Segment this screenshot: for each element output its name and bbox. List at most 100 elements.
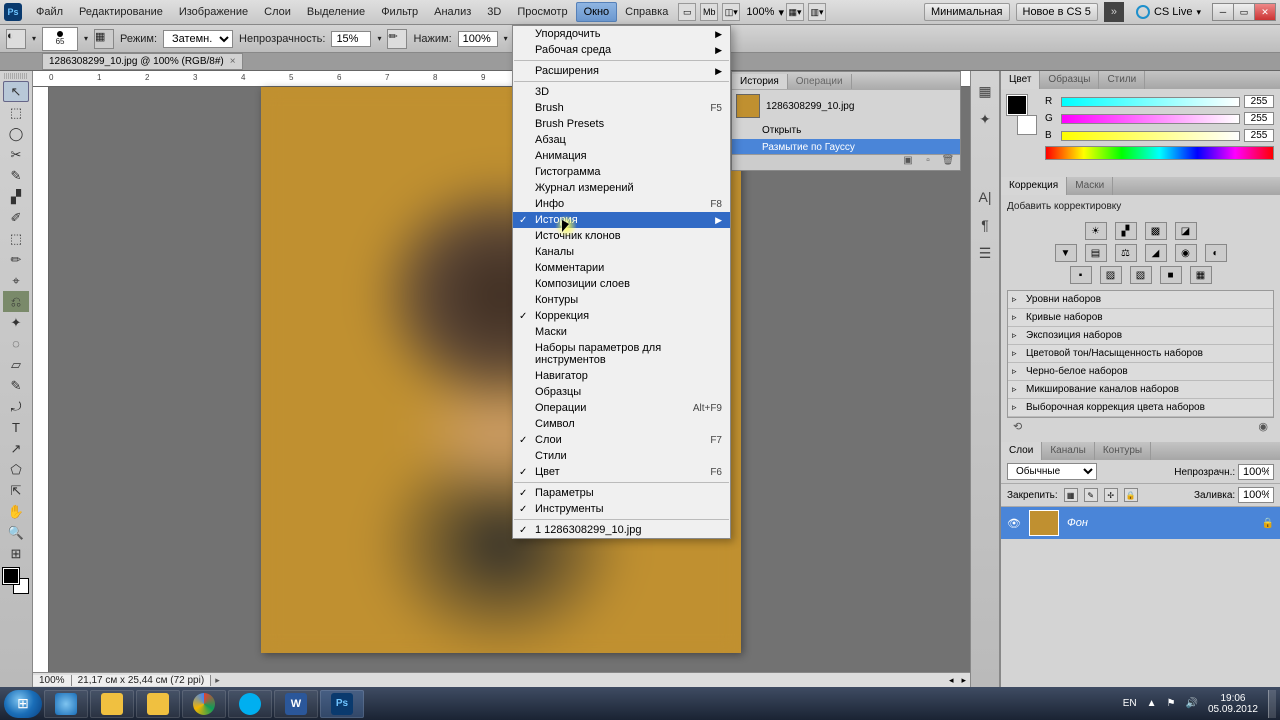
tab-adjustments[interactable]: Коррекция	[1001, 177, 1067, 195]
menu-item-инфо[interactable]: ИнфоF8	[513, 196, 730, 212]
tool-13[interactable]: ▱	[3, 354, 29, 375]
cs-live[interactable]: CS Live▾	[1130, 5, 1207, 19]
tray-flag-icon[interactable]: ▲	[1147, 698, 1157, 709]
whats-new-button[interactable]: Новое в CS 5	[1016, 3, 1098, 21]
info-icon[interactable]: ☰	[973, 240, 997, 266]
preset-item[interactable]: Микширование каналов наборов	[1008, 381, 1273, 399]
menu-item-3d[interactable]: 3D	[513, 84, 730, 100]
new-doc-icon[interactable]: ▫	[920, 155, 936, 170]
tab-masks[interactable]: Маски	[1067, 177, 1113, 195]
menu-item-источник-клонов[interactable]: Источник клонов	[513, 228, 730, 244]
tool-3[interactable]: ✂	[3, 144, 29, 165]
clock[interactable]: 19:0605.09.2012	[1208, 693, 1258, 715]
minimize-button[interactable]: ─	[1212, 3, 1234, 21]
adj-hue-icon[interactable]: ▤	[1085, 244, 1107, 262]
menu-фильтр[interactable]: Фильтр	[373, 2, 426, 22]
word-icon[interactable]: W	[274, 690, 318, 718]
menu-item-параметры[interactable]: ✓Параметры	[513, 485, 730, 501]
lock-image-icon[interactable]: ✎	[1084, 488, 1098, 502]
menu-просмотр[interactable]: Просмотр	[509, 2, 575, 22]
adj-mixer-icon[interactable]: ◐	[1205, 244, 1227, 262]
adj-gradient-icon[interactable]: ■	[1160, 266, 1182, 284]
maximize-button[interactable]: ▭	[1233, 3, 1255, 21]
menu-item-brush-presets[interactable]: Brush Presets	[513, 116, 730, 132]
adj-levels-icon[interactable]: ▞	[1115, 222, 1137, 240]
adj-curves-icon[interactable]: ▩	[1145, 222, 1167, 240]
arrange-icon[interactable]: ▦▾	[786, 3, 804, 21]
tool-15[interactable]: ⤾	[3, 396, 29, 417]
adj-balance-icon[interactable]: ⚖	[1115, 244, 1137, 262]
menu-item-композиции-слоев[interactable]: Композиции слоев	[513, 276, 730, 292]
b-slider[interactable]	[1061, 131, 1240, 141]
tool-10[interactable]: ⎌	[3, 291, 29, 312]
tab-paths[interactable]: Контуры	[1095, 442, 1151, 460]
menu-item-образцы[interactable]: Образцы	[513, 384, 730, 400]
adj-brightness-icon[interactable]: ☀	[1085, 222, 1107, 240]
snapshot-icon[interactable]: ▣	[900, 155, 916, 170]
tab-swatches[interactable]: Образцы	[1040, 71, 1099, 89]
tool-20[interactable]: ✋	[3, 501, 29, 522]
zoom-value[interactable]: 100%	[742, 6, 778, 18]
tool-6[interactable]: ✐	[3, 207, 29, 228]
swatches-icon[interactable]: ▦	[973, 78, 997, 104]
tablet-opacity-icon[interactable]: ✏	[387, 29, 407, 49]
navigator-icon[interactable]: ✦	[973, 106, 997, 132]
lock-transparency-icon[interactable]: ▦	[1064, 488, 1078, 502]
menu-item-каналы[interactable]: Каналы	[513, 244, 730, 260]
spectrum-bar[interactable]	[1045, 146, 1274, 160]
document-tab[interactable]: 1286308299_10.jpg @ 100% (RGB/8#) ×	[42, 53, 243, 70]
explorer-icon[interactable]	[90, 690, 134, 718]
start-button[interactable]: ⊞	[4, 690, 42, 718]
adj-vibrance-icon[interactable]: ▼	[1055, 244, 1077, 262]
brush-preset[interactable]: 65	[42, 27, 78, 51]
toolbox-handle[interactable]	[4, 73, 28, 79]
history-entry[interactable]: Открыть	[732, 122, 960, 139]
menu-справка[interactable]: Справка	[617, 2, 676, 22]
skype-icon[interactable]	[228, 690, 272, 718]
menu-item-журнал-измерений[interactable]: Журнал измерений	[513, 180, 730, 196]
tab-styles[interactable]: Стили	[1099, 71, 1145, 89]
menu-item-навигатор[interactable]: Навигатор	[513, 368, 730, 384]
screen-mode-icon[interactable]: ▭	[678, 3, 696, 21]
expand-arrows-icon[interactable]: »	[1104, 2, 1124, 22]
adj-threshold-icon[interactable]: ▧	[1130, 266, 1152, 284]
lock-position-icon[interactable]: ✢	[1104, 488, 1118, 502]
menu-item-стили[interactable]: Стили	[513, 448, 730, 464]
tool-18[interactable]: ⬠	[3, 459, 29, 480]
trash-icon[interactable]: 🗑	[940, 155, 956, 170]
menu-слои[interactable]: Слои	[256, 2, 299, 22]
tool-19[interactable]: ⇱	[3, 480, 29, 501]
tool-4[interactable]: ✎	[3, 165, 29, 186]
files-icon[interactable]	[136, 690, 180, 718]
tool-1[interactable]: ⬚	[3, 102, 29, 123]
adj-bw-icon[interactable]: ◢	[1145, 244, 1167, 262]
adj-poster-icon[interactable]: ▨	[1100, 266, 1122, 284]
adj-return-icon[interactable]: ⟲	[1013, 420, 1022, 434]
menu-изображение[interactable]: Изображение	[171, 2, 256, 22]
b-value[interactable]: 255	[1244, 129, 1274, 142]
brush-panel-icon[interactable]: ▦	[94, 29, 114, 49]
r-value[interactable]: 255	[1244, 95, 1274, 108]
menu-item-операции[interactable]: ОперацииAlt+F9	[513, 400, 730, 416]
paragraph-icon[interactable]: ¶	[973, 212, 997, 238]
blend-mode-select[interactable]: Затемн.	[163, 30, 233, 48]
menu-item-маски[interactable]: Маски	[513, 324, 730, 340]
view-icon[interactable]: ◫▾	[722, 3, 740, 21]
menu-item-абзац[interactable]: Абзац	[513, 132, 730, 148]
menu-item-гистограмма[interactable]: Гистограмма	[513, 164, 730, 180]
ie-icon[interactable]	[44, 690, 88, 718]
tray-sound-icon[interactable]: 🔊	[1185, 698, 1197, 709]
photoshop-task-icon[interactable]: Ps	[320, 690, 364, 718]
menu-item-цвет[interactable]: ✓ЦветF6	[513, 464, 730, 480]
tool-21[interactable]: 🔍	[3, 522, 29, 543]
tool-12[interactable]: ◌	[3, 333, 29, 354]
character-icon[interactable]: A|	[973, 184, 997, 210]
close-tab-icon[interactable]: ×	[230, 56, 236, 67]
tool-2[interactable]: ◯	[3, 123, 29, 144]
lock-all-icon[interactable]: 🔒	[1124, 488, 1138, 502]
adj-invert-icon[interactable]: ▪	[1070, 266, 1092, 284]
menu-item-коррекция[interactable]: ✓Коррекция	[513, 308, 730, 324]
menu-анализ[interactable]: Анализ	[426, 2, 479, 22]
color-swatch[interactable]	[1007, 95, 1037, 135]
menu-item-упорядочить[interactable]: Упорядочить▶	[513, 26, 730, 42]
